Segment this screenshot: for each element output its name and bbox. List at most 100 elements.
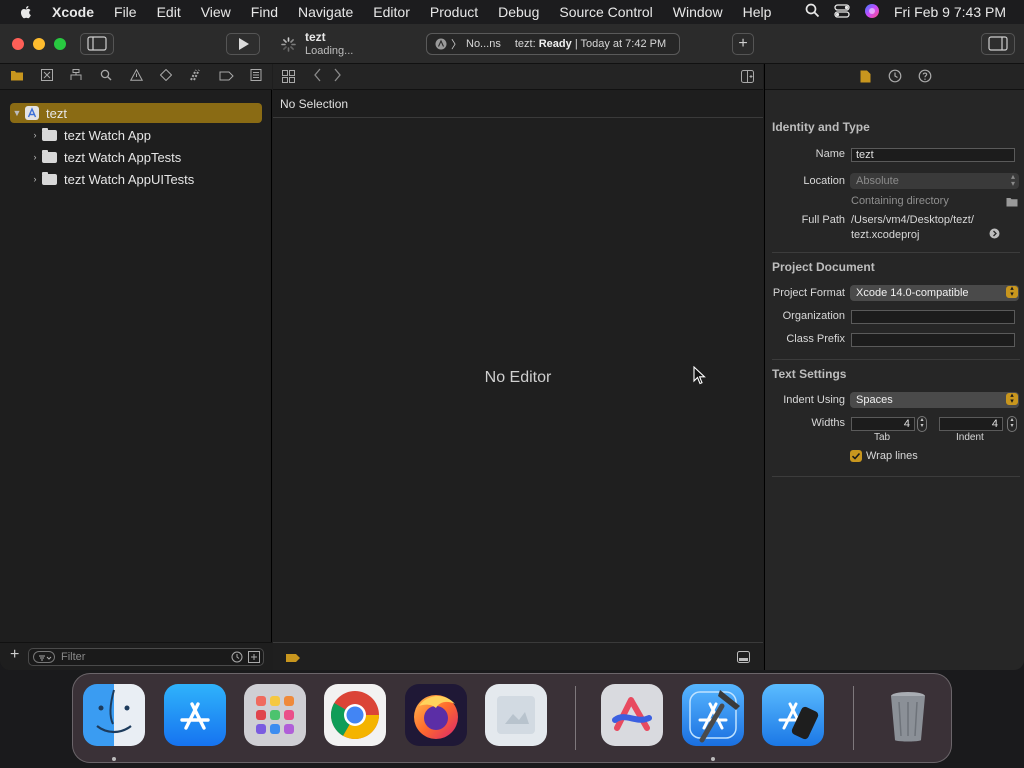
tree-item-folder[interactable]: › tezt Watch App <box>10 125 262 145</box>
mouse-cursor-icon <box>693 365 707 389</box>
location-popup[interactable]: Absolute ▴ ▾ <box>850 173 1019 189</box>
menu-product[interactable]: Product <box>430 4 478 20</box>
folder-icon <box>42 127 57 141</box>
simulator-icon[interactable] <box>762 684 824 746</box>
disclosure-expanded-icon[interactable]: ▼ <box>10 108 24 118</box>
breakpoint-navigator-icon[interactable] <box>218 69 234 85</box>
tab-width-stepper[interactable]: ▴ ▾ <box>917 416 927 432</box>
arc-icon[interactable] <box>601 684 663 746</box>
app-store-icon[interactable] <box>164 684 226 746</box>
jump-bar[interactable]: No Selection <box>273 90 763 118</box>
menubar-status-area: Fri Feb 9 7:43 PM <box>805 0 1006 24</box>
dock-separator <box>853 686 854 750</box>
apple-menu-icon[interactable] <box>18 4 34 20</box>
indent-using-popup[interactable]: Spaces ▴ ▾ <box>850 392 1019 408</box>
history-inspector-icon[interactable] <box>888 69 902 86</box>
organization-field[interactable] <box>851 310 1015 324</box>
menu-find[interactable]: Find <box>251 4 278 20</box>
filter-options-icon[interactable] <box>33 651 55 663</box>
firefox-icon[interactable] <box>405 684 467 746</box>
dock-separator <box>575 686 576 750</box>
recent-files-icon[interactable] <box>231 651 243 666</box>
related-items-icon[interactable] <box>282 70 295 86</box>
checkmark-icon <box>851 452 861 460</box>
project-status-subtitle: Loading... <box>305 45 354 57</box>
disclosure-collapsed-icon[interactable]: › <box>28 174 42 184</box>
menu-app-name[interactable]: Xcode <box>52 4 94 20</box>
updown-chevron-icon: ▴ ▾ <box>1006 285 1018 298</box>
tree-item-folder[interactable]: › tezt Watch AppTests <box>10 147 262 167</box>
close-window-button[interactable] <box>12 38 24 50</box>
preview-icon[interactable] <box>485 684 547 746</box>
running-indicator <box>711 757 715 761</box>
sidebar-left-icon <box>87 36 107 51</box>
menu-bar: Xcode File Edit View Find Navigate Edito… <box>0 0 1024 24</box>
menu-help[interactable]: Help <box>743 4 772 20</box>
finder-icon[interactable] <box>83 684 145 746</box>
reveal-in-finder-icon[interactable] <box>989 228 1000 242</box>
tag-icon[interactable] <box>285 652 301 666</box>
toggle-inspector-button[interactable] <box>981 33 1015 55</box>
menu-file[interactable]: File <box>114 4 137 20</box>
activity-view[interactable]: 〉 No...ns tezt: Ready | Today at 7:42 PM <box>426 33 680 55</box>
report-navigator-icon[interactable] <box>248 69 264 85</box>
filter-field[interactable]: Filter <box>28 648 264 666</box>
wrap-lines-checkbox[interactable] <box>850 450 862 462</box>
menubar-clock[interactable]: Fri Feb 9 7:43 PM <box>894 4 1006 20</box>
full-path-line2: tezt.xcodeproj <box>851 229 920 241</box>
filter-input[interactable]: Filter <box>61 651 85 663</box>
run-button[interactable] <box>226 33 260 55</box>
menu-view[interactable]: View <box>201 4 231 20</box>
launchpad-icon[interactable] <box>244 684 306 746</box>
file-inspector-icon[interactable] <box>860 70 871 86</box>
name-label: Name <box>815 148 845 160</box>
name-field[interactable]: tezt <box>851 148 1015 162</box>
tab-width-field[interactable]: 4 <box>851 417 915 431</box>
source-control-navigator-icon[interactable] <box>39 69 55 85</box>
toggle-navigator-button[interactable] <box>80 33 114 55</box>
trash-icon[interactable] <box>877 684 939 746</box>
menu-editor[interactable]: Editor <box>373 4 410 20</box>
chevron-right-icon[interactable] <box>332 68 342 85</box>
tree-item-project-root[interactable]: ▼ tezt <box>10 103 262 123</box>
folder-picker-icon[interactable] <box>1006 196 1018 210</box>
find-navigator-icon[interactable] <box>98 69 114 85</box>
menu-navigate[interactable]: Navigate <box>298 4 353 20</box>
menu-source-control[interactable]: Source Control <box>559 4 652 20</box>
debug-navigator-icon[interactable] <box>188 69 204 85</box>
control-center-icon[interactable] <box>834 3 850 21</box>
add-editor-icon[interactable] <box>741 70 754 86</box>
indent-width-field[interactable]: 4 <box>939 417 1003 431</box>
project-format-popup[interactable]: Xcode 14.0-compatible ▴ ▾ <box>850 285 1019 301</box>
issue-navigator-icon[interactable] <box>128 68 144 85</box>
add-file-button[interactable]: + <box>10 647 19 663</box>
modified-files-icon[interactable] <box>248 651 260 666</box>
activity-spinner-icon <box>281 37 296 55</box>
quick-help-inspector-icon[interactable] <box>918 69 932 86</box>
xcode-icon[interactable] <box>682 684 744 746</box>
minimize-window-button[interactable] <box>33 38 45 50</box>
zoom-window-button[interactable] <box>54 38 66 50</box>
chevron-left-icon[interactable] <box>313 68 323 85</box>
menu-window[interactable]: Window <box>673 4 723 20</box>
symbol-navigator-icon[interactable] <box>68 69 84 85</box>
scheme-selector[interactable]: 〉 No...ns <box>435 36 501 52</box>
project-navigator-icon[interactable] <box>9 69 25 85</box>
indent-using-value: Spaces <box>856 394 893 406</box>
dock <box>72 673 952 763</box>
spotlight-search-icon[interactable] <box>805 3 820 21</box>
indent-width-stepper[interactable]: ▴ ▾ <box>1007 416 1017 432</box>
disclosure-collapsed-icon[interactable]: › <box>28 152 42 162</box>
test-navigator-icon[interactable] <box>158 68 174 85</box>
class-prefix-field[interactable] <box>851 333 1015 347</box>
editor-status-bar <box>273 642 763 670</box>
chrome-icon[interactable] <box>324 684 386 746</box>
add-library-button[interactable]: + <box>732 33 754 55</box>
menu-debug[interactable]: Debug <box>498 4 539 20</box>
toggle-debug-area-icon[interactable] <box>737 651 750 666</box>
disclosure-collapsed-icon[interactable]: › <box>28 130 42 140</box>
tree-item-folder[interactable]: › tezt Watch AppUITests <box>10 169 262 189</box>
project-navigator: ▼ tezt › tezt Watch App › tezt Watch App… <box>0 64 272 670</box>
menu-edit[interactable]: Edit <box>157 4 181 20</box>
siri-icon[interactable] <box>864 3 880 22</box>
